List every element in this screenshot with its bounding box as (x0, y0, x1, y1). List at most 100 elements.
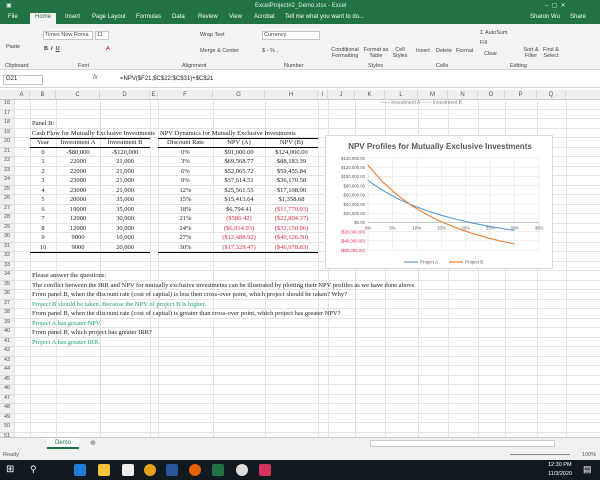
zoom-slider[interactable] (510, 454, 570, 455)
row-header[interactable]: 23 (0, 166, 14, 176)
column-header-J[interactable]: J (328, 90, 355, 100)
windows-start-icon[interactable]: ⊞ (6, 464, 14, 475)
table-cell[interactable]: 23000 (56, 176, 100, 186)
npv-dynamics-title[interactable]: NPV Dynamics for Mutually Exclusive Inve… (160, 129, 296, 139)
table-cell[interactable]: $124,000.00 (265, 148, 318, 158)
table-cell[interactable]: ($12,488.92) (213, 233, 265, 243)
table-cell[interactable]: 0% (158, 148, 213, 158)
table-cell[interactable]: $52,065.72 (213, 167, 265, 177)
question-text[interactable]: From panel B, which project has greater … (32, 328, 152, 338)
table-cell[interactable]: ($6,914.93) (213, 224, 265, 234)
row-header[interactable]: 40 (0, 328, 14, 338)
search-icon[interactable]: ⚲ (30, 464, 37, 475)
font-size-select[interactable]: 11 (95, 31, 109, 40)
answer-text[interactable]: Project A has greater IRR. (32, 338, 100, 348)
share-button[interactable]: Share (570, 14, 586, 20)
table-cell[interactable]: 6 (30, 205, 56, 215)
save-icon[interactable]: ▣ (6, 2, 12, 9)
table-cell[interactable]: $91,000.00 (213, 148, 265, 158)
merge-center-button[interactable]: Merge & Center (200, 48, 239, 54)
column-header-P[interactable]: P (505, 90, 537, 100)
row-header[interactable]: 21 (0, 147, 14, 157)
row-header[interactable]: 19 (0, 128, 14, 138)
table-cell[interactable]: -$120,000 (100, 148, 150, 158)
table-cell[interactable]: 10,000 (100, 233, 150, 243)
row-header[interactable]: 18 (0, 119, 14, 129)
table-cell[interactable]: 9 (30, 233, 56, 243)
row-header[interactable]: 37 (0, 299, 14, 309)
table-cell[interactable]: $59,455.84 (265, 167, 318, 177)
table-cell[interactable]: 21% (158, 214, 213, 224)
column-header-D[interactable]: D (100, 90, 150, 100)
format-cells-button[interactable]: Format (456, 48, 473, 54)
table-cell[interactable]: 3 (30, 176, 56, 186)
table-cell[interactable]: 27% (158, 233, 213, 243)
table-cell[interactable]: $69,568.77 (213, 157, 265, 167)
table-cell[interactable]: 15% (158, 195, 213, 205)
cell-styles-button[interactable]: Cell Styles (390, 47, 410, 59)
table-cell[interactable]: 21,000 (100, 167, 150, 177)
tab-file[interactable]: File (8, 14, 18, 20)
table-cell[interactable]: 30,000 (100, 224, 150, 234)
sort-filter-button[interactable]: Sort & Filter (522, 47, 540, 59)
wrap-text-button[interactable]: Wrap Text (200, 32, 225, 38)
row-header[interactable]: 20 (0, 138, 14, 148)
table-cell[interactable]: 23000 (56, 186, 100, 196)
table-cell[interactable]: $88,183.39 (265, 157, 318, 167)
column-header-E[interactable]: E (150, 90, 158, 100)
table-cell[interactable]: 21,000 (100, 186, 150, 196)
paste-button[interactable]: Paste (6, 44, 20, 50)
table-cell[interactable]: $1,358.68 (265, 195, 318, 205)
table-cell[interactable]: $25,561.55 (213, 186, 265, 196)
chrome-icon[interactable] (144, 464, 156, 476)
table-cell[interactable]: 4 (30, 186, 56, 196)
answer-text[interactable]: Project B should be taken. Because the N… (32, 300, 206, 310)
table-cell[interactable]: 1 (30, 157, 56, 167)
table-cell[interactable]: $36,170.58 (265, 176, 318, 186)
row-header[interactable]: 16 (0, 100, 14, 110)
table-cell[interactable]: ($22,804.37) (265, 214, 318, 224)
zoom-level[interactable]: 100% (582, 452, 596, 458)
table-cell[interactable]: 3% (158, 157, 213, 167)
table-cell[interactable]: 18% (158, 205, 213, 215)
column-header-C[interactable]: C (56, 90, 100, 100)
column-header-K[interactable]: K (355, 90, 385, 100)
question-text[interactable]: Please answer the questions: (32, 271, 106, 281)
row-header[interactable]: 42 (0, 347, 14, 357)
table-cell[interactable]: 22000 (56, 157, 100, 167)
table-cell[interactable]: 35,000 (100, 195, 150, 205)
table-cell[interactable]: 9000 (56, 233, 100, 243)
table-cell[interactable]: 5 (30, 195, 56, 205)
file-explorer-icon[interactable] (98, 464, 110, 476)
font-name-select[interactable]: Times New Roma (43, 31, 93, 40)
clock-date[interactable]: 11/3/2020 (548, 471, 572, 477)
app-icon[interactable] (259, 464, 271, 476)
find-select-button[interactable]: Find & Select (541, 47, 561, 59)
conditional-formatting-button[interactable]: Conditional Formatting (328, 47, 362, 59)
row-header[interactable]: 25 (0, 185, 14, 195)
cash-flow-title[interactable]: Cash Flow for Mutually Exclusive Investm… (32, 129, 155, 139)
table-cell[interactable]: $37,614.51 (213, 176, 265, 186)
tab-formulas[interactable]: Formulas (136, 14, 161, 20)
table-cell[interactable]: ($46,978.83) (265, 243, 318, 253)
table-cell[interactable]: 21,000 (100, 157, 150, 167)
table-cell[interactable]: $17,108.90 (265, 186, 318, 196)
autosum-button[interactable]: Σ AutoSum (480, 30, 508, 36)
word-icon[interactable] (166, 464, 178, 476)
bold-button[interactable]: B I U (44, 46, 60, 52)
column-header-M[interactable]: M (418, 90, 448, 100)
row-header[interactable]: 49 (0, 413, 14, 423)
question-text[interactable]: The conflict between the IRR and NPV for… (32, 281, 416, 291)
insert-cells-button[interactable]: Insert (416, 48, 430, 54)
tab-review[interactable]: Review (198, 14, 218, 20)
row-header[interactable]: 43 (0, 356, 14, 366)
row-header[interactable]: 50 (0, 423, 14, 433)
table-cell[interactable]: ($32,150.96) (265, 224, 318, 234)
row-header[interactable]: 24 (0, 176, 14, 186)
row-header[interactable]: 29 (0, 223, 14, 233)
table-cell[interactable]: 9000 (56, 243, 100, 253)
row-header[interactable]: 17 (0, 109, 14, 119)
name-box[interactable]: G21 (3, 75, 43, 85)
row-header[interactable]: 31 (0, 242, 14, 252)
row-header[interactable]: 30 (0, 233, 14, 243)
